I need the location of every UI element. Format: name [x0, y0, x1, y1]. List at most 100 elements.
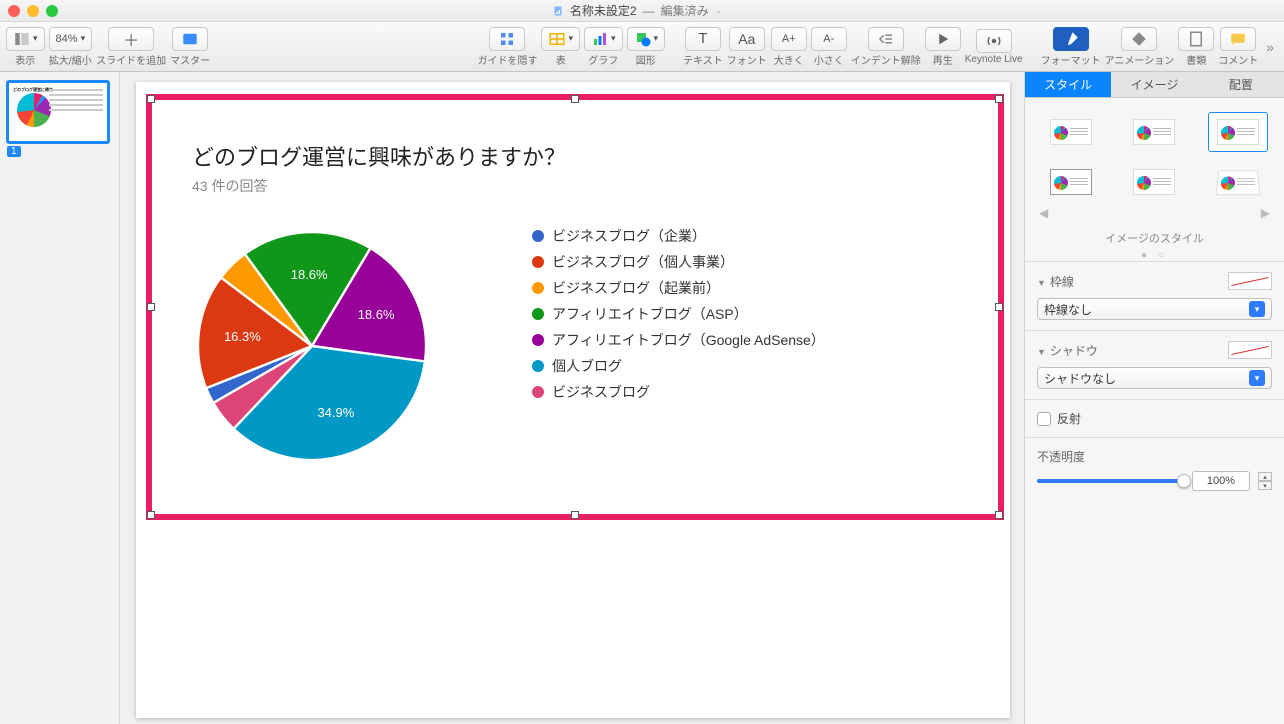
legend-swatch [532, 282, 544, 294]
shape-button[interactable]: ▾ [627, 27, 666, 51]
legend-label: アフィリエイトブログ（Google AdSense） [552, 330, 825, 350]
style-preset-6[interactable] [1208, 162, 1268, 202]
font-button[interactable]: Aa [729, 27, 765, 51]
selection-border[interactable]: どのブログ運営に興味がありますか？ 43 件の回答 16.3%18.6%18.6… [146, 94, 1004, 520]
slide: どのブログ運営に興味がありますか？ 43 件の回答 16.3%18.6%18.6… [136, 82, 1010, 718]
inspector-tab-style[interactable]: スタイル [1025, 72, 1111, 98]
zoom-button[interactable]: 84%▾ [49, 27, 93, 51]
legend-item: ビジネスブログ [532, 382, 825, 402]
close-window-button[interactable] [8, 5, 20, 17]
slide-navigator: どのブログ運営に興味… 1 [0, 72, 120, 724]
legend-item: ビジネスブログ（個人事業） [532, 252, 825, 272]
main-toolbar: ▾ 表示 84%▾ 拡大/縮小 ＋ スライドを追加 マスター ガイドを隠す ▾ … [0, 22, 1284, 72]
border-select[interactable]: 枠線なし ▾ [1037, 298, 1272, 320]
pie-slice-label: 16.3% [224, 329, 261, 344]
format-inspector: スタイル イメージ 配置 ◀ ▶ イメージのスタイル ● ○ ▼枠線 枠線なし [1024, 72, 1284, 724]
resize-handle-tl[interactable] [147, 95, 155, 103]
resize-handle-ml[interactable] [147, 303, 155, 311]
document-title: 名称未設定2 [570, 2, 637, 19]
style-preset-1[interactable] [1041, 112, 1101, 152]
play-button[interactable] [925, 27, 961, 51]
window-controls [8, 5, 58, 17]
style-preset-2[interactable] [1124, 112, 1184, 152]
bigger-icon: A+ [782, 33, 796, 45]
outdent-button[interactable] [868, 27, 904, 51]
chart-title: どのブログ運営に興味がありますか？ [192, 140, 968, 172]
resize-handle-tr[interactable] [995, 95, 1003, 103]
border-section-label: 枠線 [1050, 275, 1074, 289]
master-button[interactable] [172, 27, 208, 51]
table-button[interactable]: ▾ [541, 27, 580, 51]
brush-icon [1062, 30, 1080, 48]
comment-button[interactable] [1220, 27, 1256, 51]
minimize-window-button[interactable] [27, 5, 39, 17]
legend-swatch [532, 308, 544, 320]
slide-number: 1 [7, 146, 21, 157]
smaller-button[interactable]: A- [811, 27, 847, 51]
resize-handle-bc[interactable] [571, 511, 579, 519]
resize-handle-mr[interactable] [995, 303, 1003, 311]
shadow-style-swatch[interactable] [1228, 341, 1272, 359]
chevron-updown-icon: ▾ [1249, 370, 1265, 386]
add-slide-button[interactable]: ＋ [108, 27, 154, 51]
legend-item: ビジネスブログ（企業） [532, 226, 825, 246]
font-icon: Aa [738, 31, 755, 47]
image-style-grid [1025, 98, 1284, 206]
legend-item: アフィリエイトブログ（Google AdSense） [532, 330, 825, 350]
pie-slice-label: 34.9% [317, 405, 354, 420]
document-state: 編集済み [661, 2, 709, 19]
document-button[interactable] [1178, 27, 1214, 51]
comment-icon [1229, 30, 1247, 48]
diamond-icon [1130, 30, 1148, 48]
window-titlebar: 名称未設定2 — 編集済み ⌄ [0, 0, 1284, 22]
slide-thumbnail-1[interactable]: どのブログ運営に興味… 1 [6, 80, 110, 144]
format-button[interactable] [1053, 27, 1089, 51]
inspector-tab-image[interactable]: イメージ [1111, 72, 1197, 98]
resize-handle-bl[interactable] [147, 511, 155, 519]
table-icon [548, 30, 566, 48]
document-icon [1187, 30, 1205, 48]
reflection-checkbox[interactable]: 反射 [1037, 410, 1272, 427]
style-preset-5[interactable] [1124, 162, 1184, 202]
animation-button[interactable] [1121, 27, 1157, 51]
shadow-select[interactable]: シャドウなし ▾ [1037, 367, 1272, 389]
border-style-swatch[interactable] [1228, 272, 1272, 290]
chart-subtitle: 43 件の回答 [192, 176, 968, 196]
opacity-label: 不透明度 [1037, 448, 1272, 465]
legend-item: ビジネスブログ（起業前） [532, 278, 825, 298]
guides-icon [498, 30, 516, 48]
bigger-button[interactable]: A+ [771, 27, 807, 51]
plus-icon: ＋ [123, 27, 139, 51]
opacity-slider[interactable] [1037, 479, 1184, 483]
resize-handle-br[interactable] [995, 511, 1003, 519]
legend-item: 個人ブログ [532, 356, 825, 376]
style-next-icon[interactable]: ▶ [1261, 206, 1270, 220]
inspector-tab-arrange[interactable]: 配置 [1198, 72, 1284, 98]
chart-icon [591, 30, 609, 48]
pie-chart: 16.3%18.6%18.6%34.9% [192, 226, 432, 466]
zoom-window-button[interactable] [46, 5, 58, 17]
legend-swatch [532, 360, 544, 372]
text-icon: T [698, 30, 707, 47]
view-button[interactable]: ▾ [6, 27, 45, 51]
style-page-dots: ● ○ [1025, 250, 1284, 261]
slide-canvas[interactable]: どのブログ運営に興味がありますか？ 43 件の回答 16.3%18.6%18.6… [120, 72, 1024, 724]
keynote-live-button[interactable] [976, 29, 1012, 53]
style-preset-3[interactable] [1208, 112, 1268, 152]
style-preset-4[interactable] [1041, 162, 1101, 202]
hide-guides-button[interactable] [489, 27, 525, 51]
opacity-value[interactable]: 100% [1192, 471, 1250, 491]
style-prev-icon[interactable]: ◀ [1039, 206, 1048, 220]
chart-button[interactable]: ▾ [584, 27, 623, 51]
live-icon [985, 32, 1003, 50]
opacity-stepper[interactable]: ▴▾ [1258, 472, 1272, 490]
title-dropdown-icon[interactable]: ⌄ [715, 5, 723, 16]
master-icon [181, 30, 199, 48]
legend-item: アフィリエイトブログ（ASP） [532, 304, 825, 324]
text-button[interactable]: T [685, 27, 721, 51]
legend-swatch [532, 334, 544, 346]
resize-handle-tc[interactable] [571, 95, 579, 103]
shape-icon [634, 30, 652, 48]
pie-slice-label: 18.6% [291, 267, 328, 282]
toolbar-overflow-icon[interactable]: » [1262, 39, 1278, 55]
